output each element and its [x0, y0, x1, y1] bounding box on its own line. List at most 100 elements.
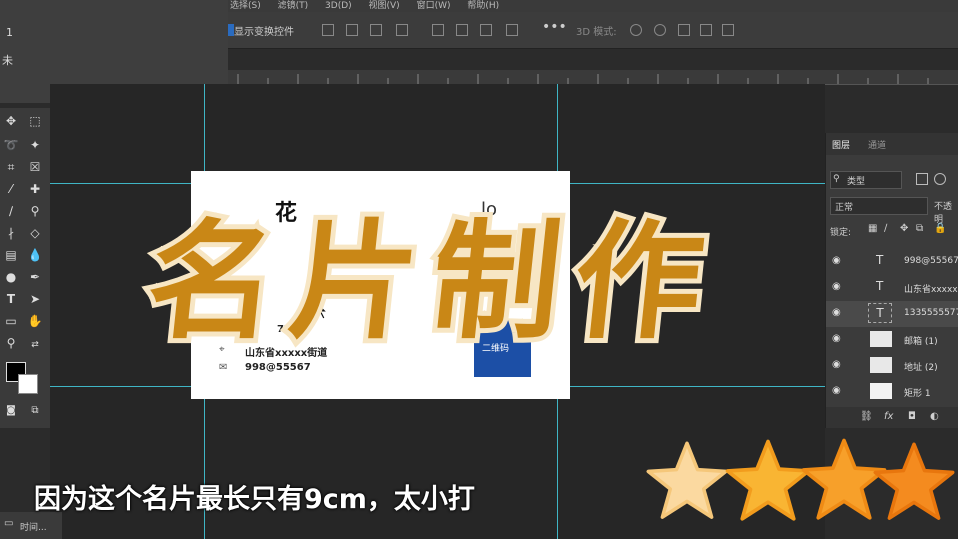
lock-pixels-icon[interactable]: ▦ — [868, 223, 877, 234]
layer-name: 山东省xxxxx — [904, 285, 958, 295]
distribute-spacing-icon[interactable] — [506, 24, 518, 36]
overlay-title: 名片制作 — [136, 202, 730, 362]
caption-subtitle: 因为这个名片最长只有9cm，太小打 — [34, 484, 475, 515]
layers-footer: ⛓ fx ◘ ◐ — [826, 407, 958, 428]
star-icon — [646, 441, 728, 519]
visibility-eye-icon[interactable]: ◉ — [832, 385, 841, 396]
quick-mask-icon[interactable]: ◙ — [2, 402, 20, 420]
ruler-ticks — [237, 74, 929, 84]
pen-tool-icon[interactable]: ✒ — [26, 268, 44, 286]
eyedropper-icon[interactable]: ⁄ — [2, 180, 20, 198]
fragment-label-mid: 未 — [2, 54, 13, 67]
roll-3d-icon[interactable] — [654, 24, 666, 36]
text-layer-icon: T — [876, 279, 884, 293]
frame-tool-icon[interactable]: ☒ — [26, 158, 44, 176]
mail-icon: ✉ — [219, 362, 228, 373]
lasso-tool-icon[interactable]: ➰ — [2, 136, 20, 154]
card-email: 998@55567 — [245, 362, 311, 373]
lock-label: 锁定: — [830, 228, 852, 238]
hand-tool-icon[interactable]: ✋ — [26, 312, 44, 330]
layer-row[interactable]: ◉ 矩形 1 — [826, 379, 958, 405]
rectangle-tool-icon[interactable]: ▭ — [2, 312, 20, 330]
healing-brush-icon[interactable]: ✚ — [26, 180, 44, 198]
visibility-eye-icon[interactable]: ◉ — [832, 307, 841, 318]
brush-tool-icon[interactable]: ∕ — [2, 202, 20, 220]
layer-thumbnail — [870, 383, 892, 399]
align-right-icon[interactable] — [370, 24, 382, 36]
text-layer-icon: T — [868, 303, 892, 323]
align-center-icon[interactable] — [346, 24, 358, 36]
timeline-icon: ▭ — [4, 518, 14, 529]
screen-mode-icon[interactable]: ⧉ — [26, 402, 44, 420]
layer-row-selected[interactable]: ◉ T 13355555777 — [826, 301, 958, 327]
distribute-right-icon[interactable] — [480, 24, 492, 36]
more-options-icon[interactable]: ••• — [542, 19, 567, 35]
blur-tool-icon[interactable]: 💧 — [26, 246, 44, 264]
slide-3d-icon[interactable] — [700, 24, 712, 36]
menu-item-filter[interactable]: 滤镜(T) — [278, 1, 309, 11]
gradient-tool-icon[interactable]: ▤ — [2, 246, 20, 264]
visibility-eye-icon[interactable]: ◉ — [832, 359, 841, 370]
move-tool-icon[interactable]: ✥ — [2, 112, 20, 130]
tools-panel: ✥ ⬚ ➰ ✦ ⌗ ☒ ⁄ ✚ ∕ ⚲ ∤ ◇ ▤ 💧 ● ✒ T ➤ ▭ ✋ … — [0, 108, 50, 428]
layers-panel: 图层 通道 ⚲ 类型 正常 不透明 锁定: ▦ ∕ ✥ ⧉ 🔒 ◉ T 998@… — [825, 133, 958, 428]
lock-brush-icon[interactable]: ∕ — [884, 223, 887, 234]
pan-3d-icon[interactable] — [678, 24, 690, 36]
layer-name: 998@55567 — [904, 256, 958, 266]
layer-row[interactable]: ◉ T 山东省xxxxx — [826, 275, 958, 301]
visibility-eye-icon[interactable]: ◉ — [832, 333, 841, 344]
fx-icon[interactable]: fx — [884, 411, 893, 422]
menu-item-window[interactable]: 窗口(W) — [417, 1, 451, 11]
tab-channels[interactable]: 通道 — [868, 138, 886, 151]
lock-artboard-icon[interactable]: ⧉ — [916, 223, 923, 234]
link-layers-icon[interactable]: ⛓ — [860, 411, 873, 422]
eraser-tool-icon[interactable]: ◇ — [26, 224, 44, 242]
filter-adjust-icon[interactable] — [934, 173, 946, 185]
layer-row[interactable]: ◉ 邮箱 (1) — [826, 327, 958, 353]
menu-item-help[interactable]: 帮助(H) — [467, 1, 499, 11]
zoom-tool-icon[interactable]: ⚲ — [2, 334, 20, 352]
blend-mode-select[interactable]: 正常 — [830, 197, 928, 215]
swap-colors-icon[interactable]: ⇄ — [26, 336, 44, 354]
magic-wand-icon[interactable]: ✦ — [26, 136, 44, 154]
layer-thumbnail — [870, 331, 892, 347]
timeline-label: 时间... — [20, 523, 47, 533]
layer-name: 13355555777 — [904, 308, 958, 318]
tab-layers[interactable]: 图层 — [832, 138, 850, 151]
distribute-center-icon[interactable] — [456, 24, 468, 36]
adjustment-layer-icon[interactable]: ◐ — [930, 411, 939, 422]
visibility-eye-icon[interactable]: ◉ — [832, 255, 841, 266]
mode-3d-label: 3D 模式: — [576, 27, 617, 38]
crop-tool-icon[interactable]: ⌗ — [2, 158, 20, 176]
add-mask-icon[interactable]: ◘ — [908, 411, 916, 422]
history-brush-icon[interactable]: ∤ — [2, 224, 20, 242]
visibility-eye-icon[interactable]: ◉ — [832, 281, 841, 292]
layer-name: 邮箱 (1) — [904, 337, 938, 347]
horizontal-ruler[interactable] — [228, 70, 958, 85]
stamp-tool-icon[interactable]: ⚲ — [26, 202, 44, 220]
menu-item-select[interactable]: 选择(S) — [230, 1, 261, 11]
lock-all-icon[interactable]: 🔒 — [934, 223, 946, 234]
align-top-icon[interactable] — [396, 24, 408, 36]
type-tool-icon[interactable]: T — [2, 290, 20, 308]
layer-row[interactable]: ◉ T 998@55567 — [826, 249, 958, 275]
distribute-left-icon[interactable] — [432, 24, 444, 36]
marquee-tool-icon[interactable]: ⬚ — [26, 112, 44, 130]
background-color-swatch[interactable] — [18, 374, 38, 394]
layer-filter-value: 类型 — [847, 177, 866, 187]
layer-filter-select[interactable]: ⚲ 类型 — [830, 171, 902, 189]
text-layer-icon: T — [876, 253, 884, 267]
layer-row[interactable]: ◉ 地址 (2) — [826, 353, 958, 379]
path-select-icon[interactable]: ➤ — [26, 290, 44, 308]
filter-pixel-icon[interactable] — [916, 173, 928, 185]
dodge-tool-icon[interactable]: ● — [2, 268, 20, 286]
rotate-3d-icon[interactable] — [630, 24, 642, 36]
search-icon: ⚲ — [833, 174, 840, 184]
align-left-icon[interactable] — [322, 24, 334, 36]
menu-item-3d[interactable]: 3D(D) — [325, 1, 352, 11]
timeline-tab[interactable]: ▭ 时间... — [0, 512, 62, 539]
scale-3d-icon[interactable] — [722, 24, 734, 36]
lock-position-icon[interactable]: ✥ — [900, 223, 908, 234]
show-transform-label[interactable]: 显示变换控件 — [234, 23, 294, 38]
menu-item-view[interactable]: 视图(V) — [369, 1, 400, 11]
